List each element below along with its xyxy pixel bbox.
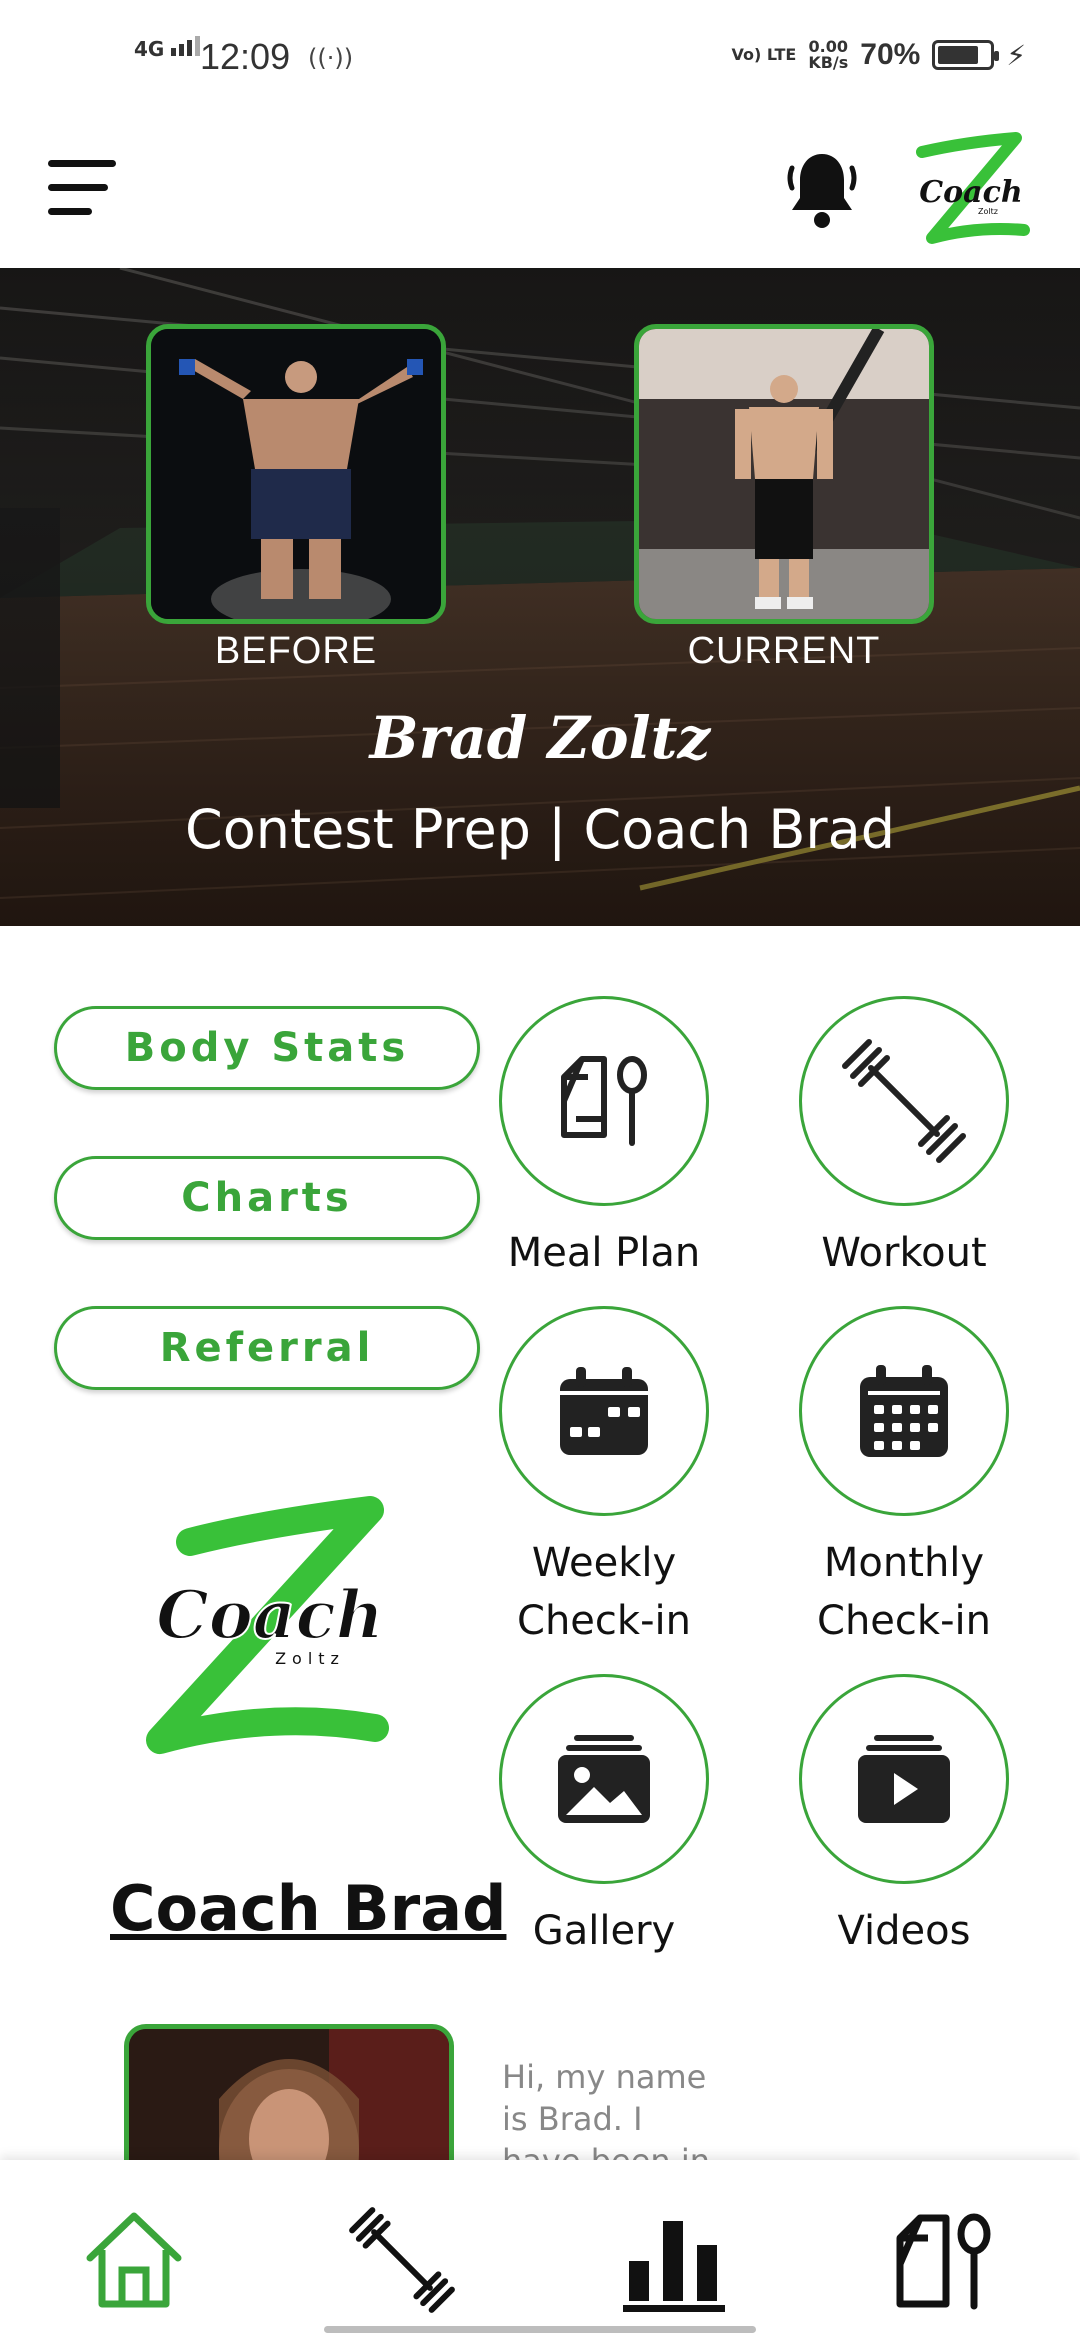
coach-photo-image bbox=[129, 2029, 449, 2164]
network-type: 4G bbox=[134, 37, 165, 61]
svg-text:Zoltz: Zoltz bbox=[978, 207, 998, 216]
barbell-icon bbox=[842, 1039, 966, 1163]
program-subtitle: Contest Prep | Coach Brad bbox=[184, 798, 895, 861]
gallery-tile[interactable]: Gallery bbox=[474, 1674, 734, 1960]
bell-icon[interactable] bbox=[786, 148, 858, 232]
coach-zoltz-logo[interactable]: Coach Zoltz bbox=[906, 130, 1036, 250]
current-label: CURRENT bbox=[687, 630, 881, 672]
svg-text:Coach: Coach bbox=[919, 175, 1022, 210]
weekly-checkin-tile[interactable]: Weekly Check-in bbox=[474, 1306, 734, 1650]
nav-meal-plan[interactable] bbox=[884, 2200, 1004, 2320]
before-person-image bbox=[151, 329, 441, 619]
videos-tile[interactable]: Videos bbox=[774, 1674, 1034, 1960]
before-label: BEFORE bbox=[214, 630, 378, 672]
coach-photo bbox=[124, 2024, 454, 2164]
clock: 12:09 bbox=[200, 36, 291, 77]
meal-plan-label: Meal Plan bbox=[507, 1230, 701, 1276]
gallery-label: Gallery bbox=[532, 1908, 676, 1954]
nav-stats[interactable] bbox=[614, 2200, 734, 2320]
hero-banner: BEFORE CURRENT Brad Zoltz Contest Prep |… bbox=[0, 268, 1080, 926]
home-indicator[interactable] bbox=[324, 2326, 756, 2333]
network-speed: 0.00 KB/s bbox=[808, 39, 848, 71]
calendar-month-icon bbox=[860, 1365, 948, 1457]
monthly-checkin-tile[interactable]: Monthly Check-in bbox=[774, 1306, 1034, 1650]
gallery-circle[interactable] bbox=[499, 1674, 709, 1884]
coach-zoltz-large-logo: Coach Zoltz bbox=[146, 1496, 389, 1754]
body-stats-button[interactable]: Body Stats bbox=[54, 1006, 480, 1090]
weekly-checkin-label: Weekly Check-in bbox=[517, 1540, 691, 1644]
menu-icon[interactable] bbox=[46, 156, 122, 220]
barbell-icon bbox=[349, 2207, 455, 2313]
volte-indicator: Vo) LTE bbox=[731, 45, 797, 64]
bar-chart-icon bbox=[623, 2221, 725, 2312]
referral-button[interactable]: Referral bbox=[54, 1306, 480, 1390]
coach-heading[interactable]: Coach Brad bbox=[110, 1872, 506, 1945]
image-icon bbox=[558, 1735, 650, 1823]
home-icon bbox=[86, 2212, 182, 2308]
speed-unit: KB/s bbox=[808, 53, 849, 72]
before-photo[interactable] bbox=[146, 324, 446, 624]
videos-circle[interactable] bbox=[799, 1674, 1009, 1884]
workout-circle[interactable] bbox=[799, 996, 1009, 1206]
meal-plan-circle[interactable] bbox=[499, 996, 709, 1206]
status-bar: 4G 12:09 ((·)) Vo) LTE 0.00 KB/s 70% ⚡ bbox=[0, 0, 1080, 118]
current-person-image bbox=[639, 329, 929, 619]
workout-label: Workout bbox=[821, 1230, 987, 1276]
charts-button[interactable]: Charts bbox=[54, 1156, 480, 1240]
videos-label: Videos bbox=[837, 1908, 971, 1954]
monthly-checkin-circle[interactable] bbox=[799, 1306, 1009, 1516]
battery-percent: 70% bbox=[860, 38, 921, 71]
bottom-navigation bbox=[0, 2160, 1080, 2340]
nav-workout[interactable] bbox=[342, 2200, 462, 2320]
meal-plan-icon bbox=[896, 2213, 991, 2310]
app-bar: Coach Zoltz bbox=[0, 118, 1080, 268]
svg-text:Zoltz: Zoltz bbox=[275, 1649, 345, 1668]
current-photo[interactable] bbox=[634, 324, 934, 624]
svg-text:Coach: Coach bbox=[156, 1576, 384, 1654]
meal-plan-icon bbox=[561, 1056, 647, 1146]
calendar-week-icon bbox=[560, 1367, 648, 1455]
monthly-checkin-label: Monthly Check-in bbox=[817, 1540, 991, 1644]
charging-icon: ⚡ bbox=[1006, 38, 1026, 72]
client-name: Brad Zoltz bbox=[369, 704, 711, 772]
video-icon bbox=[858, 1735, 950, 1823]
workout-tile[interactable]: Workout bbox=[774, 996, 1034, 1282]
meal-plan-tile[interactable]: Meal Plan bbox=[474, 996, 734, 1282]
coach-bio: Hi, my name is Brad. I have been in bbox=[502, 2058, 710, 2160]
weekly-checkin-circle[interactable] bbox=[499, 1306, 709, 1516]
hotspot-icon: ((·)) bbox=[308, 44, 354, 72]
nav-home[interactable] bbox=[74, 2200, 194, 2320]
battery-icon bbox=[932, 40, 1000, 70]
